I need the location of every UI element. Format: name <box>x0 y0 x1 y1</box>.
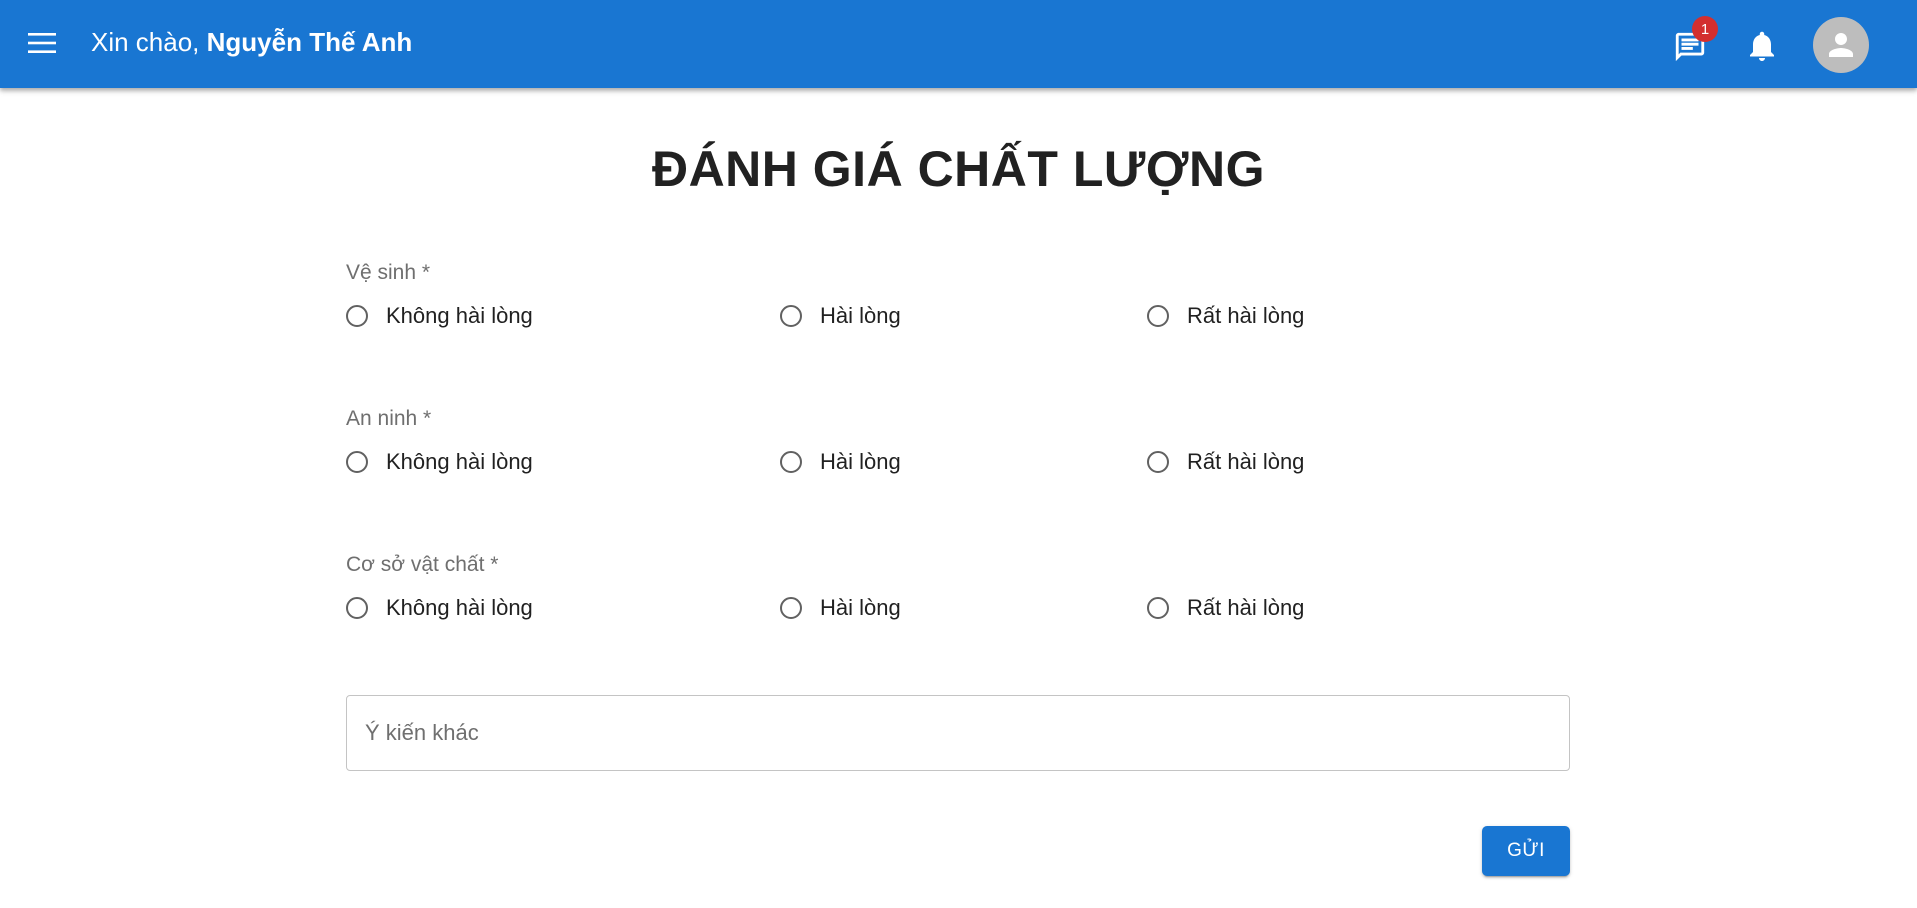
radio-group: Không hài lòng Hài lòng Rất hài lòng <box>346 586 1570 630</box>
quality-review-form: Vệ sinh * Không hài lòng Hài lòng Rất hà… <box>346 258 1570 696</box>
greeting-prefix: Xin chào, <box>91 27 200 57</box>
radio-button[interactable] <box>1147 305 1169 327</box>
bell-icon <box>1750 31 1774 61</box>
menu-icon <box>28 33 56 53</box>
question-label: Cơ sở vật chất * <box>346 553 499 576</box>
option-label: Không hài lòng <box>386 449 533 474</box>
radio-option-very-satisfied[interactable]: Rất hài lòng <box>1147 294 1304 338</box>
app-bar: Xin chào, Nguyễn Thế Anh 1 <box>0 0 1917 88</box>
radio-button[interactable] <box>780 597 802 619</box>
radio-button[interactable] <box>346 451 368 473</box>
notifications-button[interactable] <box>1740 24 1784 68</box>
option-label: Rất hài lòng <box>1187 449 1305 474</box>
option-label: Không hài lòng <box>386 303 533 328</box>
question-facilities: Cơ sở vật chất * Không hài lòng Hài lòng… <box>346 550 1570 696</box>
radio-option-very-satisfied[interactable]: Rất hài lòng <box>1147 586 1304 630</box>
radio-button[interactable] <box>1147 451 1169 473</box>
option-label: Rất hài lòng <box>1187 303 1305 328</box>
other-comments-field[interactable] <box>346 695 1570 771</box>
greeting: Xin chào, Nguyễn Thế Anh <box>91 27 412 58</box>
radio-option-satisfied[interactable]: Hài lòng <box>780 440 901 484</box>
radio-option-not-satisfied[interactable]: Không hài lòng <box>346 294 533 338</box>
question-hygiene: Vệ sinh * Không hài lòng Hài lòng Rất hà… <box>346 258 1570 404</box>
radio-button[interactable] <box>1147 597 1169 619</box>
option-label: Không hài lòng <box>386 595 533 620</box>
option-label: Hài lòng <box>820 303 901 328</box>
account-avatar-icon <box>1829 33 1853 57</box>
option-label: Hài lòng <box>820 449 901 474</box>
radio-button[interactable] <box>780 451 802 473</box>
radio-option-very-satisfied[interactable]: Rất hài lòng <box>1147 440 1304 484</box>
page-title: ĐÁNH GIÁ CHẤT LƯỢNG <box>651 141 1266 197</box>
radio-option-satisfied[interactable]: Hài lòng <box>780 586 901 630</box>
radio-option-not-satisfied[interactable]: Không hài lòng <box>346 440 533 484</box>
menu-button[interactable] <box>26 26 58 60</box>
radio-group: Không hài lòng Hài lòng Rất hài lòng <box>346 294 1570 338</box>
user-name: Nguyễn Thế Anh <box>206 27 413 57</box>
other-comments-input[interactable] <box>347 696 1569 770</box>
radio-option-satisfied[interactable]: Hài lòng <box>780 294 901 338</box>
account-avatar-button[interactable] <box>1813 17 1869 73</box>
question-label: An ninh * <box>346 407 432 430</box>
radio-button[interactable] <box>346 305 368 327</box>
submit-button[interactable]: GỬI <box>1482 826 1570 876</box>
radio-button[interactable] <box>346 597 368 619</box>
question-security: An ninh * Không hài lòng Hài lòng Rất hà… <box>346 404 1570 550</box>
option-label: Hài lòng <box>820 595 901 620</box>
radio-button[interactable] <box>780 305 802 327</box>
messages-button[interactable]: 1 <box>1668 16 1718 69</box>
radio-group: Không hài lòng Hài lòng Rất hài lòng <box>346 440 1570 484</box>
option-label: Rất hài lòng <box>1187 595 1305 620</box>
radio-option-not-satisfied[interactable]: Không hài lòng <box>346 586 533 630</box>
question-label: Vệ sinh * <box>346 261 431 284</box>
messages-badge: 1 <box>1692 16 1718 42</box>
